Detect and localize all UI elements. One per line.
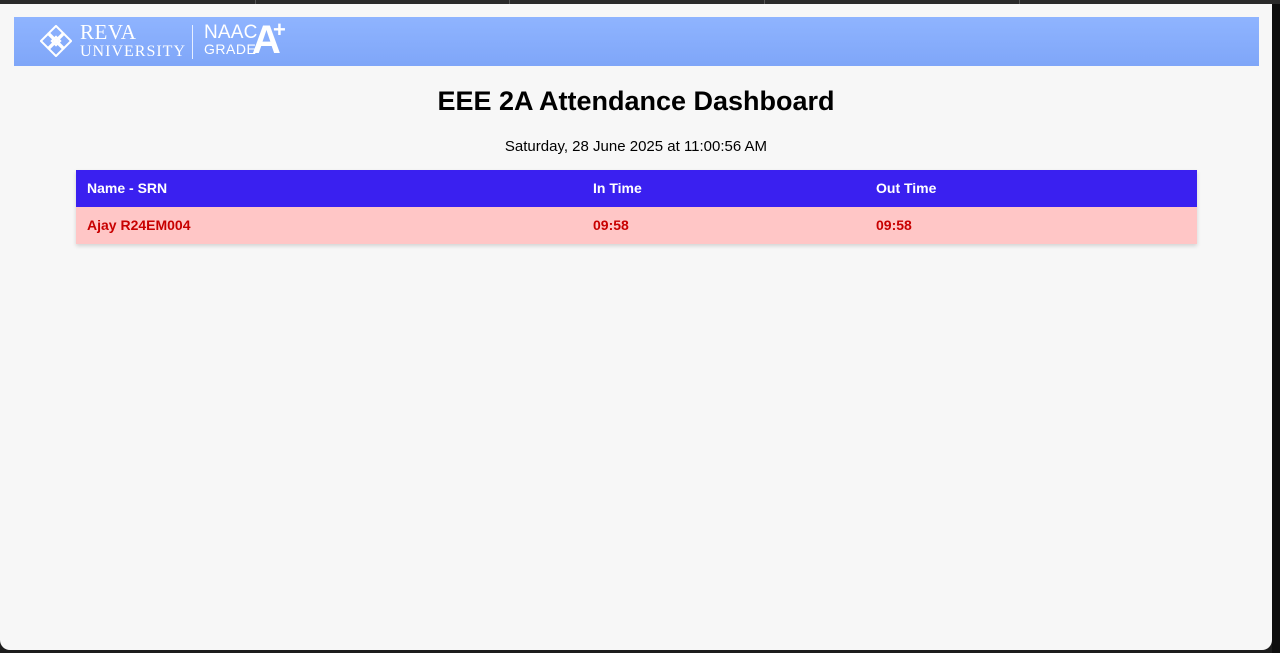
column-header-out-time: Out Time — [876, 180, 937, 196]
cell-out-time: 09:58 — [876, 217, 912, 233]
grade-label: GRADE — [204, 41, 257, 57]
cell-name-srn: Ajay R24EM004 — [87, 217, 191, 233]
table-header-row: Name - SRN In Time Out Time — [76, 170, 1197, 207]
university-logo-text: REVA UNIVERSITY — [80, 22, 186, 60]
page-title: EEE 2A Attendance Dashboard — [437, 86, 835, 116]
logo-line-1: REVA — [80, 20, 137, 44]
table-row: Ajay R24EM004 09:58 09:58 — [76, 207, 1197, 244]
grade-plus: + — [273, 17, 286, 42]
cell-in-time: 09:58 — [593, 217, 629, 233]
naac-badge: NAAC GRADE — [204, 23, 258, 56]
reva-knot-icon — [40, 25, 72, 57]
logo-divider — [192, 25, 193, 59]
logo-line-2: UNIVERSITY — [80, 43, 186, 60]
naac-label: NAAC — [204, 22, 258, 43]
column-header-in-time: In Time — [593, 180, 642, 196]
current-datetime: Saturday, 28 June 2025 at 11:00:56 AM — [504, 138, 768, 155]
header-bar: REVA UNIVERSITY NAAC GRADE A + — [14, 17, 1259, 66]
window-edge — [1272, 4, 1280, 653]
app-window: REVA UNIVERSITY NAAC GRADE A + EEE 2A At… — [0, 4, 1272, 650]
attendance-table: Name - SRN In Time Out Time Ajay R24EM00… — [76, 170, 1197, 244]
column-header-name-srn: Name - SRN — [87, 180, 168, 196]
